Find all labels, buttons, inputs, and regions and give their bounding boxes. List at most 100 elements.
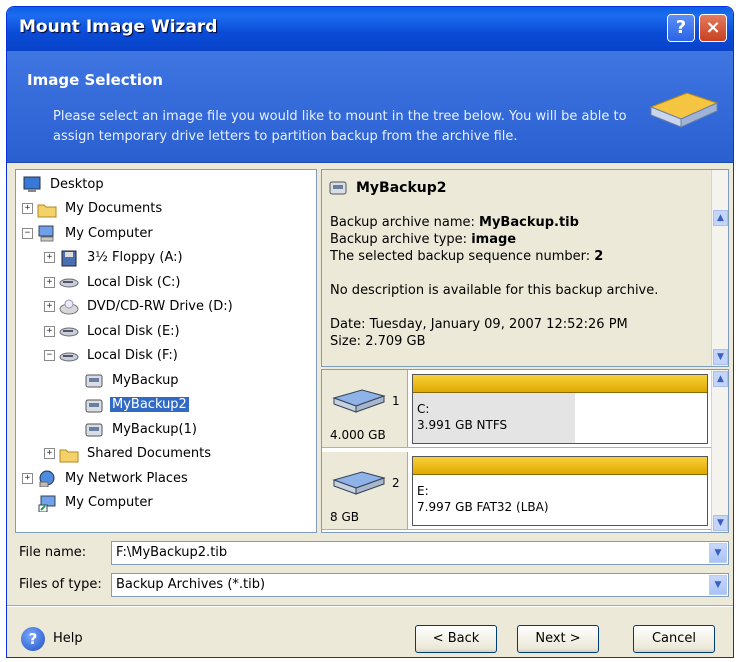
tree-item-label: MyBackup2 <box>110 397 189 412</box>
tree-item[interactable]: My Computer <box>22 493 155 513</box>
disk-number: 2 <box>392 476 400 490</box>
tree-item[interactable]: +3½ Floppy (A:) <box>44 248 185 268</box>
header-description: Please select an image file you would li… <box>53 109 627 144</box>
hard-disk-icon <box>59 322 79 340</box>
header-title: Image Selection <box>27 71 163 89</box>
tree-item[interactable]: MyBackup2 <box>84 395 189 415</box>
partition-details: 3.991 GB NTFS <box>417 418 508 432</box>
file-name-input[interactable]: F:\MyBackup2.tib ▼ <box>111 541 729 565</box>
folder-tree[interactable]: Desktop + My Documents − My Computer +3½ Flop… <box>15 169 317 533</box>
title-help-button[interactable]: ? <box>667 14 695 42</box>
archive-type-label: Backup archive type: <box>330 232 472 247</box>
cancel-button[interactable]: Cancel <box>633 625 715 653</box>
wizard-header: Image Selection Please select an image f… <box>7 51 733 163</box>
tree-item[interactable]: + DVD/CD-RW Drive (D:) <box>44 297 235 317</box>
help-link[interactable]: Help <box>53 631 83 646</box>
tree-item[interactable]: MyBackup <box>84 370 181 390</box>
partition-label: E: 7.997 GB FAT32 (LBA) <box>417 483 549 515</box>
tree-item[interactable]: + My Documents <box>22 199 164 219</box>
disk-number: 1 <box>392 394 400 408</box>
chevron-down-icon[interactable]: ▼ <box>709 543 727 563</box>
tree-item[interactable]: + My Network Places <box>22 468 190 488</box>
hard-disk-icon <box>59 273 79 291</box>
computer-shortcut-icon <box>37 494 57 512</box>
archive-name-line: Backup archive name: MyBackup.tib <box>330 214 658 231</box>
help-icon[interactable]: ? <box>21 627 45 651</box>
tree-item-label: Local Disk (C:) <box>87 274 181 290</box>
expand-icon[interactable]: + <box>44 325 55 337</box>
network-icon <box>37 469 57 488</box>
back-button[interactable]: < Back <box>415 625 497 653</box>
archive-type-line: Backup archive type: image <box>330 231 658 248</box>
desktop-icon <box>22 175 42 193</box>
tree-item[interactable]: + Local Disk (C:) <box>44 272 182 292</box>
archive-type-value: image <box>471 232 517 247</box>
file-type-select[interactable]: Backup Archives (*.tib) ▼ <box>111 573 729 597</box>
tree-item-label: My Computer <box>65 225 153 241</box>
tree-item-label: MyBackup(1) <box>112 421 197 437</box>
tree-item[interactable]: + Local Disk (E:) <box>44 321 182 341</box>
hard-disk-icon <box>59 347 79 365</box>
file-name-row: File name: F:\MyBackup2.tib ▼ <box>15 541 729 565</box>
scroll-down-arrow-icon[interactable]: ▼ <box>713 349 728 365</box>
expand-icon[interactable]: + <box>44 448 55 459</box>
sequence-line: The selected backup sequence number: 2 <box>330 248 658 265</box>
floppy-icon <box>59 249 79 267</box>
title-bar[interactable]: Mount Image Wizard ? × <box>7 7 733 51</box>
info-body: Backup archive name: MyBackup.tib Backup… <box>330 214 658 350</box>
partition-box[interactable]: C: 3.991 GB NTFS <box>412 374 708 444</box>
tree-item-label: MyBackup <box>112 372 179 388</box>
partition-details: 7.997 GB FAT32 (LBA) <box>417 500 549 514</box>
partition-box[interactable]: E: 7.997 GB FAT32 (LBA) <box>412 456 708 526</box>
expand-icon[interactable]: + <box>22 472 33 484</box>
folder-icon <box>37 200 57 218</box>
tree-item[interactable]: MyBackup(1) <box>84 419 199 439</box>
collapse-icon[interactable]: − <box>22 227 33 239</box>
hard-drive-graphic-icon <box>649 92 719 128</box>
tree-item[interactable]: − My Computer <box>22 223 155 243</box>
tree-item-label: My Network Places <box>65 470 188 486</box>
hard-disk-icon <box>332 389 386 413</box>
tree-item[interactable]: Desktop <box>22 174 106 194</box>
title-close-button[interactable]: × <box>699 14 727 42</box>
partition-row[interactable]: 1 4.000 GB C: 3.991 GB NTFS <box>322 370 713 448</box>
scroll-up-arrow-icon[interactable]: ▲ <box>713 371 728 387</box>
computer-icon <box>37 224 57 242</box>
expand-icon[interactable]: + <box>44 252 55 263</box>
tree-item[interactable]: − Local Disk (F:) <box>44 346 180 366</box>
expand-icon[interactable]: + <box>22 203 33 214</box>
info-header: MyBackup2 <box>328 178 447 198</box>
partition-letter: E: <box>417 484 429 498</box>
folder-icon <box>59 445 79 463</box>
partition-letter: C: <box>417 402 430 416</box>
next-button[interactable]: Next > <box>517 625 599 653</box>
disk-cell: 2 8 GB <box>322 452 408 529</box>
partition-list[interactable]: 2 8 GB E: 7.997 GB FAT32 (LBA) 1 4.000 GB C: 3.… <box>321 369 729 533</box>
file-type-row: Files of type: Backup Archives (*.tib) ▼ <box>15 573 729 597</box>
scroll-up-arrow-icon[interactable]: ▲ <box>713 210 728 226</box>
scroll-down-arrow-icon[interactable]: ▼ <box>713 515 728 531</box>
expand-icon[interactable]: + <box>44 301 55 312</box>
partition-bar <box>413 375 707 393</box>
partition-scrollbar[interactable]: ▲ ▼ <box>711 370 728 532</box>
partition-row[interactable]: 2 8 GB E: 7.997 GB FAT32 (LBA) <box>322 452 713 530</box>
archive-date: Date: Tuesday, January 09, 2007 12:52:26… <box>330 317 628 332</box>
tree-item-label: Shared Documents <box>87 446 212 461</box>
archive-size: Size: 2.709 GB <box>330 334 426 349</box>
file-name-value: F:\MyBackup2.tib <box>116 545 228 560</box>
info-scrollbar[interactable]: ▲ ▼ <box>711 170 728 366</box>
collapse-icon[interactable]: − <box>44 350 55 361</box>
tree-item-label: My Computer <box>65 495 153 510</box>
footer-separator <box>7 605 733 607</box>
cd-drive-icon <box>59 298 79 316</box>
backup-archive-icon <box>84 420 104 438</box>
partition-label: C: 3.991 GB NTFS <box>417 401 507 433</box>
archive-name-value: MyBackup.tib <box>479 215 579 230</box>
chevron-down-icon[interactable]: ▼ <box>709 575 727 595</box>
file-name-label: File name: <box>19 545 87 560</box>
expand-icon[interactable]: + <box>44 276 55 288</box>
tree-item[interactable]: + Shared Documents <box>44 444 213 464</box>
backup-archive-icon <box>84 396 104 414</box>
file-type-label: Files of type: <box>19 577 102 592</box>
tree-item-label: My Documents <box>65 201 163 216</box>
